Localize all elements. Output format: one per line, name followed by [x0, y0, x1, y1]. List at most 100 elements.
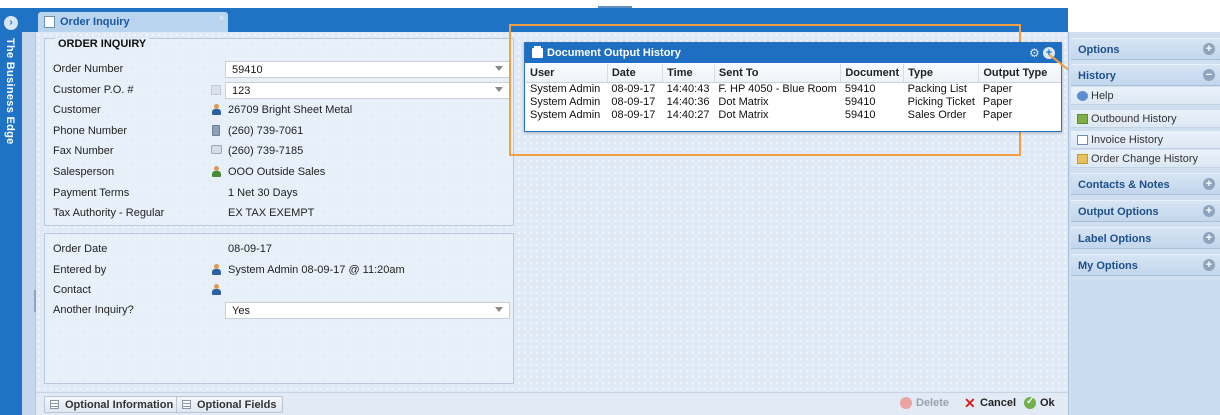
- plus-circle-icon[interactable]: +: [1203, 232, 1215, 244]
- field-customer: Customer 26709 Bright Sheet Metal: [53, 102, 508, 118]
- close-icon[interactable]: ×: [219, 13, 224, 23]
- order-number-select[interactable]: 59410: [225, 61, 510, 78]
- optional-information-button[interactable]: Optional Information: [44, 396, 181, 413]
- order-change-icon: [1077, 154, 1088, 164]
- field-label: Tax Authority - Regular: [53, 207, 165, 219]
- field-value: 1 Net 30 Days: [228, 187, 298, 199]
- sidebar-section-my-options[interactable]: My Options +: [1071, 254, 1220, 276]
- cell-time: 14:40:36: [666, 95, 710, 108]
- field-value: 26709 Bright Sheet Metal: [228, 104, 353, 116]
- ok-button[interactable]: Ok: [1024, 396, 1055, 409]
- salesperson-icon[interactable]: [211, 166, 221, 177]
- delete-button[interactable]: Delete: [900, 397, 949, 409]
- document-output-history-window: Document Output History ⚙ + User Date Ti…: [524, 42, 1062, 132]
- expand-icon[interactable]: ›: [4, 16, 18, 30]
- person-icon[interactable]: [211, 104, 221, 115]
- cell-type: Packing List: [907, 82, 967, 95]
- cell-time: 14:40:27: [666, 108, 710, 121]
- gear-icon[interactable]: ⚙: [1029, 46, 1040, 60]
- cell-output-type: Paper: [982, 95, 1013, 108]
- bottom-toolbar: Optional Information Optional Fields Del…: [36, 392, 1068, 415]
- table-row[interactable]: System Admin 08-09-17 14:40:43 F. HP 405…: [526, 82, 1061, 95]
- plus-circle-icon[interactable]: +: [1203, 178, 1215, 190]
- delete-icon: [900, 397, 912, 409]
- printer-icon: [532, 46, 543, 58]
- plus-circle-icon[interactable]: +: [1203, 43, 1215, 55]
- plus-circle-icon[interactable]: +: [1203, 259, 1215, 271]
- field-order-number: Order Number 59410: [53, 61, 510, 78]
- cell-user: System Admin: [530, 82, 601, 95]
- button-label: Optional Fields: [197, 399, 277, 411]
- field-label: Salesperson: [53, 166, 115, 178]
- field-entered-by: Entered by System Admin 08-09-17 @ 11:20…: [53, 262, 508, 278]
- section-label: Options: [1078, 44, 1120, 56]
- field-label: Fax Number: [53, 145, 114, 157]
- item-label: Invoice History: [1091, 134, 1164, 146]
- column-header-date[interactable]: Date: [607, 64, 664, 83]
- list-icon: [182, 400, 191, 409]
- cell-date: 08-09-17: [611, 95, 656, 108]
- sidebar-section-history[interactable]: History −: [1071, 64, 1220, 86]
- phone-icon: [212, 125, 222, 136]
- column-header-time[interactable]: Time: [662, 64, 715, 83]
- sidebar-item-help[interactable]: Help: [1071, 87, 1220, 105]
- cell-sent-to: Dot Matrix: [718, 95, 769, 108]
- another-inquiry-select[interactable]: Yes: [225, 302, 510, 319]
- cell-time: 14:40:43: [666, 82, 710, 95]
- field-value: 08-09-17: [228, 243, 273, 255]
- sidebar-item-order-change-history[interactable]: Order Change History: [1071, 150, 1220, 168]
- table-row[interactable]: System Admin 08-09-17 14:40:27 Dot Matri…: [526, 108, 1061, 121]
- field-value: 123: [232, 85, 251, 97]
- field-label: Entered by: [53, 264, 107, 276]
- cell-date: 08-09-17: [611, 82, 656, 95]
- field-tax-authority: Tax Authority - Regular EX TAX EXEMPT: [53, 205, 508, 221]
- contact-person-icon[interactable]: [211, 284, 221, 295]
- po-lookup-icon[interactable]: [211, 85, 221, 95]
- button-label: Delete: [916, 397, 950, 409]
- sidebar-section-contacts-notes[interactable]: Contacts & Notes +: [1071, 173, 1220, 195]
- button-label: Cancel: [980, 397, 1017, 409]
- cell-type: Sales Order: [907, 108, 967, 121]
- cell-output-type: Paper: [982, 82, 1013, 95]
- cell-document: 59410: [844, 95, 876, 108]
- field-value: (260) 739-7185: [228, 145, 304, 157]
- column-header-user[interactable]: User: [526, 64, 608, 83]
- order-info-panel: Order Date 08-09-17 Entered by System Ad…: [44, 233, 514, 384]
- cancel-button[interactable]: ✕ Cancel: [964, 395, 1017, 411]
- item-label: Outbound History: [1091, 113, 1177, 125]
- column-header-document[interactable]: Document: [840, 64, 905, 83]
- column-header-type[interactable]: Type: [903, 64, 980, 83]
- field-label: Another Inquiry?: [53, 304, 134, 316]
- cell-document: 59410: [844, 108, 876, 121]
- window-header[interactable]: Document Output History ⚙ +: [525, 43, 1061, 63]
- column-header-sent-to[interactable]: Sent To: [714, 64, 842, 83]
- invoice-icon: [1077, 135, 1088, 145]
- field-value: 59410: [232, 64, 263, 76]
- customer-po-select[interactable]: 123: [225, 82, 510, 99]
- cancel-icon: ✕: [964, 395, 976, 411]
- cell-sent-to: Dot Matrix: [718, 108, 769, 121]
- minus-circle-icon[interactable]: −: [1203, 69, 1215, 81]
- field-phone: Phone Number (260) 739-7061: [53, 123, 508, 139]
- chevron-down-icon: [495, 87, 503, 92]
- table-row[interactable]: System Admin 08-09-17 14:40:36 Dot Matri…: [526, 95, 1061, 108]
- optional-fields-button[interactable]: Optional Fields: [176, 396, 284, 413]
- person-icon[interactable]: [211, 264, 221, 275]
- cell-user: System Admin: [530, 108, 601, 121]
- sidebar-section-output-options[interactable]: Output Options +: [1071, 200, 1220, 222]
- column-header-output-type[interactable]: Output Type: [978, 64, 1061, 83]
- field-contact: Contact: [53, 282, 508, 298]
- left-app-bar: › The Business Edge: [0, 8, 22, 415]
- sidebar-section-label-options[interactable]: Label Options +: [1071, 227, 1220, 249]
- tab-order-inquiry[interactable]: Order Inquiry ×: [38, 12, 228, 32]
- plus-circle-icon[interactable]: +: [1203, 205, 1215, 217]
- section-label: Contacts & Notes: [1078, 179, 1170, 191]
- field-payment-terms: Payment Terms 1 Net 30 Days: [53, 185, 508, 201]
- sidebar-item-outbound-history[interactable]: Outbound History: [1071, 110, 1220, 128]
- app-vertical-title: The Business Edge: [4, 38, 16, 145]
- sidebar-section-options[interactable]: Options +: [1071, 38, 1220, 60]
- section-label: History: [1078, 70, 1116, 82]
- field-order-date: Order Date 08-09-17: [53, 241, 508, 257]
- sidebar-item-invoice-history[interactable]: Invoice History: [1071, 131, 1220, 149]
- item-label: Order Change History: [1091, 153, 1198, 165]
